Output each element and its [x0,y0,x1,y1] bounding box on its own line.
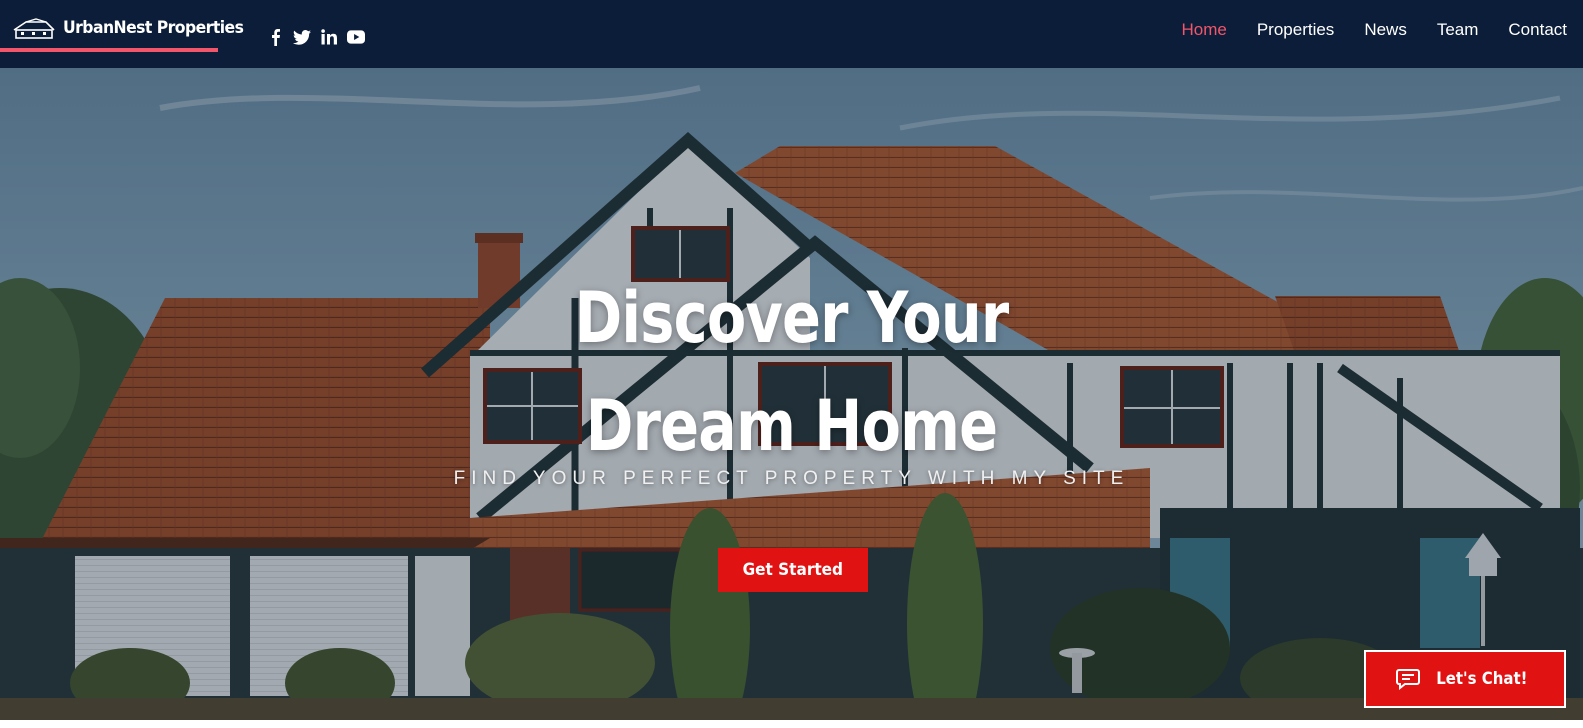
hero-title-line-2: Dream Home [585,385,998,467]
chat-label: Let's Chat! [1436,669,1528,689]
hero-section: Discover Your Dream Home FIND YOUR PERFE… [0,68,1583,720]
get-started-button[interactable]: Get Started [718,548,868,592]
nav-home[interactable]: Home [1181,20,1226,40]
brand-name: UrbanNest Properties [63,18,244,38]
hero-subtitle: FIND YOUR PERFECT PROPERTY WITH MY SITE [453,468,1130,489]
nav-news[interactable]: News [1364,20,1407,40]
social-links [266,28,365,46]
hero-title: Discover Your Dream Home [0,264,1583,480]
main-nav: Home Properties News Team Contact [1181,20,1567,40]
twitter-icon[interactable] [293,28,311,46]
logo[interactable]: UrbanNest Properties [0,14,244,54]
page-bottom-edge [0,720,1583,728]
linkedin-icon[interactable] [320,28,338,46]
youtube-icon[interactable] [347,28,365,46]
hero-title-line-1: Discover Your [574,277,1010,359]
nav-team[interactable]: Team [1437,20,1479,40]
house-logo-icon [13,18,55,39]
nav-contact[interactable]: Contact [1508,20,1567,40]
nav-properties[interactable]: Properties [1257,20,1334,40]
facebook-icon[interactable] [266,28,284,46]
get-started-label: Get Started [742,560,844,580]
site-header: UrbanNest Properties Home Properties New… [0,0,1583,68]
chat-button[interactable]: Let's Chat! [1364,650,1566,708]
chat-bubble-icon [1396,669,1421,690]
logo-underline [0,48,218,52]
